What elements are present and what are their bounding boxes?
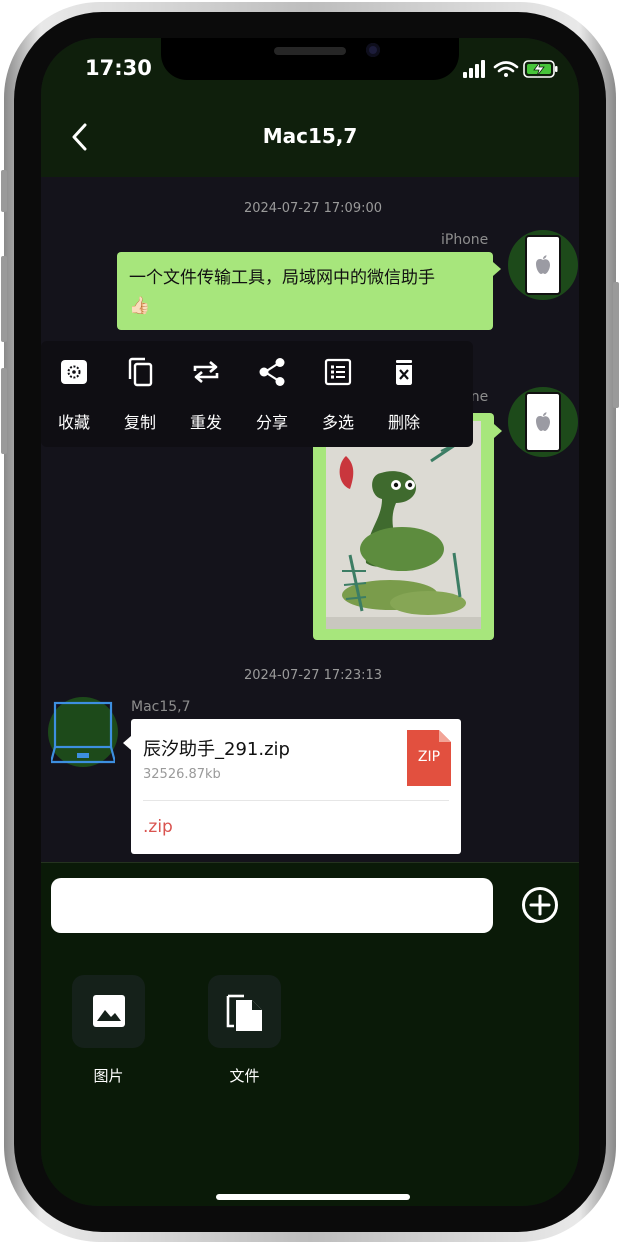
bubble-tail (123, 736, 131, 750)
menu-label: 复制 (123, 413, 156, 432)
extra-label: 文件 (229, 1067, 260, 1085)
extra-label: 图片 (93, 1067, 124, 1085)
menu-item-collect[interactable]: 收藏 (41, 341, 107, 447)
image-picker-button[interactable] (72, 975, 145, 1048)
menu-label: 收藏 (57, 413, 90, 432)
message-photo[interactable] (326, 421, 481, 629)
menu-label: 多选 (321, 413, 354, 432)
message-text: 一个文件传输工具，局域网中的微信助手 (129, 268, 435, 288)
app-screen: 17:30 Mac15,7 2024-07-27 17:09:00 iPhone… (41, 38, 579, 1206)
speaker-grille (274, 47, 346, 55)
iphone-icon (525, 392, 561, 452)
bubble-tail (494, 424, 502, 438)
avatar-mac[interactable] (48, 697, 118, 767)
iphone-icon (525, 235, 561, 295)
zip-file-icon: ZIP (407, 730, 451, 786)
thumbs-up-emoji: 👍🏻 (129, 296, 151, 316)
sender-name: Mac15,7 (131, 699, 191, 715)
menu-item-resend[interactable]: 重发 (173, 341, 239, 447)
volume-down-button (1, 368, 7, 454)
file-size: 32526.87kb (143, 767, 221, 782)
collect-icon (61, 360, 87, 384)
avatar-iphone[interactable] (508, 230, 578, 300)
home-indicator (216, 1194, 410, 1200)
status-icons (463, 60, 558, 78)
front-camera (366, 43, 380, 57)
power-button (613, 282, 619, 408)
image-icon (93, 995, 125, 1027)
battery-charging-icon (523, 60, 558, 78)
menu-item-multiselect[interactable]: 多选 (305, 341, 371, 447)
leaf-dinosaur-artwork (326, 421, 481, 629)
extras-panel: 图片 文件 (41, 947, 579, 1206)
file-icon (226, 994, 262, 1031)
file-extension: .zip (143, 817, 173, 837)
share-icon (259, 358, 285, 386)
wifi-icon (493, 61, 519, 77)
file-picker-button[interactable] (208, 975, 281, 1048)
delete-icon (396, 360, 412, 385)
message-timestamp: 2024-07-27 17:09:00 (243, 201, 383, 216)
file-name: 辰汐助手_291.zip (143, 739, 290, 760)
mute-switch (1, 170, 7, 212)
chat-title: Mac15,7 (262, 124, 358, 148)
file-message-card[interactable]: 辰汐助手_291.zip 32526.87kb ZIP .zip (131, 719, 461, 854)
file-divider (143, 800, 449, 801)
sender-name: iPhone (441, 232, 489, 248)
zip-icon-label: ZIP (417, 749, 441, 765)
menu-label: 删除 (387, 413, 420, 432)
message-input-bar (41, 862, 579, 948)
volume-up-button (1, 256, 7, 342)
resend-icon (193, 361, 219, 383)
message-input[interactable] (51, 878, 493, 933)
menu-item-share[interactable]: 分享 (239, 341, 305, 447)
apple-logo-icon (536, 255, 550, 274)
message-context-menu: 收藏 复制 重发 分享 多选 删除 (41, 341, 473, 447)
laptop-icon (51, 701, 115, 764)
message-timestamp: 2024-07-27 17:23:13 (243, 668, 383, 683)
notch (161, 38, 459, 80)
multiselect-icon (324, 358, 352, 386)
add-circle-icon[interactable] (521, 886, 559, 924)
menu-label: 重发 (189, 413, 222, 432)
menu-label: 分享 (255, 413, 288, 432)
avatar-iphone[interactable] (508, 387, 578, 457)
menu-item-copy[interactable]: 复制 (107, 341, 173, 447)
text-message-bubble[interactable]: 一个文件传输工具，局域网中的微信助手 👍🏻 (117, 252, 493, 330)
status-time: 17:30 (85, 56, 152, 80)
apple-logo-icon (536, 412, 550, 431)
menu-item-delete[interactable]: 删除 (371, 341, 437, 447)
copy-icon (128, 357, 153, 387)
bubble-tail (493, 262, 501, 276)
cellular-signal-icon (463, 60, 485, 78)
